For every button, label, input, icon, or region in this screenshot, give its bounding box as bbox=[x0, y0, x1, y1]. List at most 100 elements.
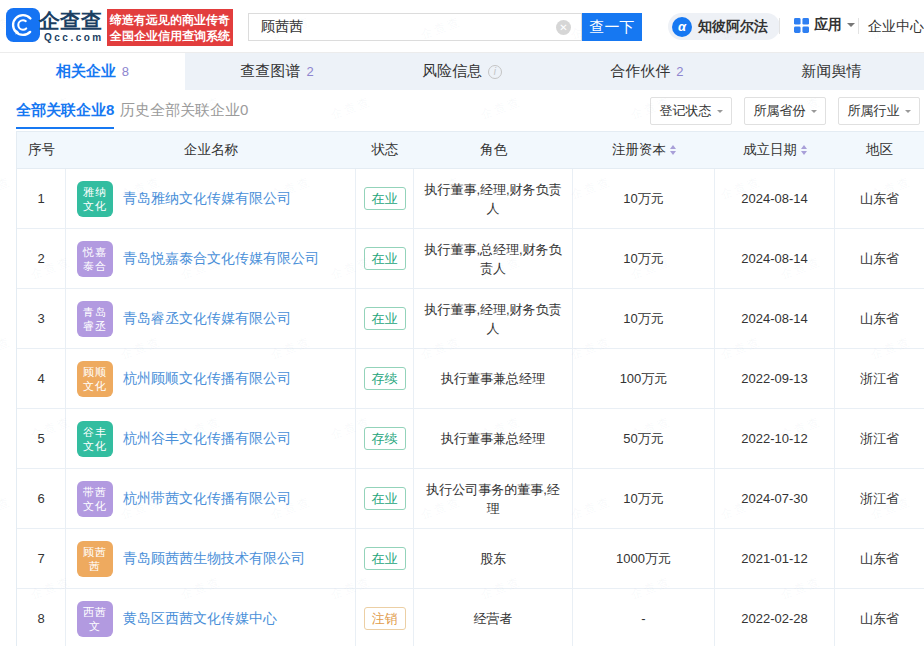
sort-icon[interactable] bbox=[670, 145, 676, 155]
region-cell: 山东省 bbox=[835, 529, 924, 588]
table-row: 3青岛睿丞青岛睿丞文化传媒有限公司在业执行董事,经理,财务负责人10万元2024… bbox=[17, 289, 924, 349]
tab-label: 相关企业 bbox=[56, 62, 116, 81]
date-cell: 2021-01-12 bbox=[715, 529, 835, 588]
company-cell: 顾茜茜青岛顾茜茜生物技术有限公司 bbox=[66, 529, 356, 588]
company-name-link[interactable]: 杭州谷丰文化传播有限公司 bbox=[123, 430, 291, 448]
column-header: 序号 bbox=[17, 132, 66, 168]
tab-label: 风险信息 bbox=[422, 62, 482, 81]
tab-1[interactable]: 查查图谱 2 bbox=[185, 53, 370, 90]
company-logo: 带茜文化 bbox=[77, 481, 113, 517]
company-name-link[interactable]: 青岛雅纳文化传媒有限公司 bbox=[123, 190, 291, 208]
apps-grid-icon bbox=[794, 18, 809, 33]
qcc-logo-icon[interactable] bbox=[6, 8, 40, 42]
tab-label: 查查图谱 bbox=[241, 62, 301, 81]
status-cell: 注销 bbox=[356, 589, 414, 646]
row-index: 7 bbox=[17, 529, 66, 588]
column-header[interactable]: 注册资本 bbox=[573, 132, 715, 168]
date-cell: 2022-09-13 bbox=[715, 349, 835, 408]
status-cell: 在业 bbox=[356, 469, 414, 528]
region-cell: 浙江省 bbox=[835, 469, 924, 528]
tab-3[interactable]: 合作伙伴 2 bbox=[554, 53, 739, 90]
capital-cell: - bbox=[573, 589, 715, 646]
column-header: 企业名称 bbox=[66, 132, 356, 168]
zhibi-alpha-link[interactable]: α 知彼阿尔法 bbox=[668, 13, 780, 40]
company-cell: 顾顺文化杭州顾顺文化传播有限公司 bbox=[66, 349, 356, 408]
tab-4[interactable]: 新闻舆情 bbox=[739, 53, 924, 90]
zhibi-alpha-icon: α bbox=[672, 17, 692, 37]
tab-count: 2 bbox=[307, 64, 314, 79]
status-cell: 存续 bbox=[356, 349, 414, 408]
capital-cell: 10万元 bbox=[573, 229, 715, 288]
table-row: 6带茜文化杭州带茜文化传播有限公司在业执行公司事务的董事,经理10万元2024-… bbox=[17, 469, 924, 529]
company-name-link[interactable]: 青岛顾茜茜生物技术有限公司 bbox=[123, 550, 305, 568]
company-logo: 悦嘉泰合 bbox=[77, 241, 113, 277]
capital-cell: 100万元 bbox=[573, 349, 715, 408]
tab-2[interactable]: 风险信息i bbox=[370, 53, 555, 90]
dropdown-reg-status[interactable]: 登记状态 bbox=[650, 97, 732, 125]
main-tabs: 相关企业8 查查图谱 2 风险信息i 合作伙伴 2 新闻舆情 bbox=[0, 52, 924, 90]
search-input[interactable] bbox=[248, 13, 582, 41]
table-row: 7顾茜茜青岛顾茜茜生物技术有限公司在业股东1000万元2021-01-12山东省 bbox=[17, 529, 924, 589]
date-cell: 2024-08-14 bbox=[715, 169, 835, 228]
company-name-link[interactable]: 黄岛区西茜文化传媒中心 bbox=[123, 610, 277, 628]
table-row: 1雅纳文化青岛雅纳文化传媒有限公司在业执行董事,经理,财务负责人10万元2024… bbox=[17, 169, 924, 229]
status-badge: 在业 bbox=[364, 547, 406, 570]
status-cell: 在业 bbox=[356, 529, 414, 588]
region-cell: 山东省 bbox=[835, 289, 924, 348]
filter-history-companies[interactable]: 历史全部关联企业0 bbox=[120, 101, 248, 120]
capital-cell: 10万元 bbox=[573, 289, 715, 348]
status-cell: 存续 bbox=[356, 409, 414, 468]
company-name-link[interactable]: 杭州带茜文化传播有限公司 bbox=[123, 490, 291, 508]
company-cell: 雅纳文化青岛雅纳文化传媒有限公司 bbox=[66, 169, 356, 228]
row-index: 3 bbox=[17, 289, 66, 348]
row-index: 1 bbox=[17, 169, 66, 228]
role-cell: 执行董事兼总经理 bbox=[414, 409, 573, 468]
status-badge: 存续 bbox=[364, 367, 406, 390]
tab-0[interactable]: 相关企业8 bbox=[0, 53, 185, 90]
column-header: 角色 bbox=[414, 132, 573, 168]
top-header: 企查查 Qcc.com 缔造有远见的商业传奇 全国企业信用查询系统 ✕ 查一下 … bbox=[0, 0, 924, 52]
tab-label: 合作伙伴 bbox=[610, 62, 670, 81]
enterprise-center-link[interactable]: 企业中心 bbox=[868, 18, 924, 36]
column-header[interactable]: 成立日期 bbox=[715, 132, 835, 168]
sort-icon[interactable] bbox=[801, 145, 807, 155]
search-button[interactable]: 查一下 bbox=[582, 13, 642, 41]
company-name-link[interactable]: 青岛睿丞文化传媒有限公司 bbox=[123, 310, 291, 328]
filter-row: 全部关联企业8 历史全部关联企业0 登记状态 所属省份 所属行业 bbox=[0, 90, 924, 131]
divider bbox=[858, 18, 859, 34]
region-cell: 浙江省 bbox=[835, 349, 924, 408]
role-cell: 执行公司事务的董事,经理 bbox=[414, 469, 573, 528]
company-logo: 西茜文 bbox=[77, 601, 113, 637]
chevron-down-icon bbox=[717, 110, 723, 116]
status-badge: 在业 bbox=[364, 307, 406, 330]
clear-search-icon[interactable]: ✕ bbox=[556, 20, 571, 35]
table-row: 5谷丰文化杭州谷丰文化传播有限公司存续执行董事兼总经理50万元2022-10-1… bbox=[17, 409, 924, 469]
date-cell: 2024-08-14 bbox=[715, 229, 835, 288]
company-cell: 西茜文黄岛区西茜文化传媒中心 bbox=[66, 589, 356, 646]
status-badge: 在业 bbox=[364, 187, 406, 210]
chevron-down-icon bbox=[905, 110, 911, 116]
company-logo: 雅纳文化 bbox=[77, 181, 113, 217]
brand-name[interactable]: 企查查 bbox=[39, 7, 102, 35]
apps-menu[interactable]: 应用 bbox=[794, 16, 855, 34]
column-header: 地区 bbox=[835, 132, 924, 168]
tab-count: 2 bbox=[676, 64, 683, 79]
row-index: 5 bbox=[17, 409, 66, 468]
chevron-down-icon bbox=[847, 23, 855, 31]
capital-cell: 1000万元 bbox=[573, 529, 715, 588]
status-cell: 在业 bbox=[356, 229, 414, 288]
region-cell: 山东省 bbox=[835, 589, 924, 646]
role-cell: 执行董事,总经理,财务负责人 bbox=[414, 229, 573, 288]
table-row: 2悦嘉泰合青岛悦嘉泰合文化传媒有限公司在业执行董事,总经理,财务负责人10万元2… bbox=[17, 229, 924, 289]
dropdown-province[interactable]: 所属省份 bbox=[744, 97, 826, 125]
status-badge: 注销 bbox=[364, 607, 406, 630]
role-cell: 执行董事,经理,财务负责人 bbox=[414, 169, 573, 228]
filter-all-companies[interactable]: 全部关联企业8 bbox=[16, 101, 114, 120]
company-name-link[interactable]: 杭州顾顺文化传播有限公司 bbox=[123, 370, 291, 388]
role-cell: 执行董事兼总经理 bbox=[414, 349, 573, 408]
dropdown-industry[interactable]: 所属行业 bbox=[838, 97, 920, 125]
region-cell: 山东省 bbox=[835, 229, 924, 288]
company-cell: 青岛睿丞青岛睿丞文化传媒有限公司 bbox=[66, 289, 356, 348]
status-cell: 在业 bbox=[356, 289, 414, 348]
company-name-link[interactable]: 青岛悦嘉泰合文化传媒有限公司 bbox=[123, 250, 319, 268]
